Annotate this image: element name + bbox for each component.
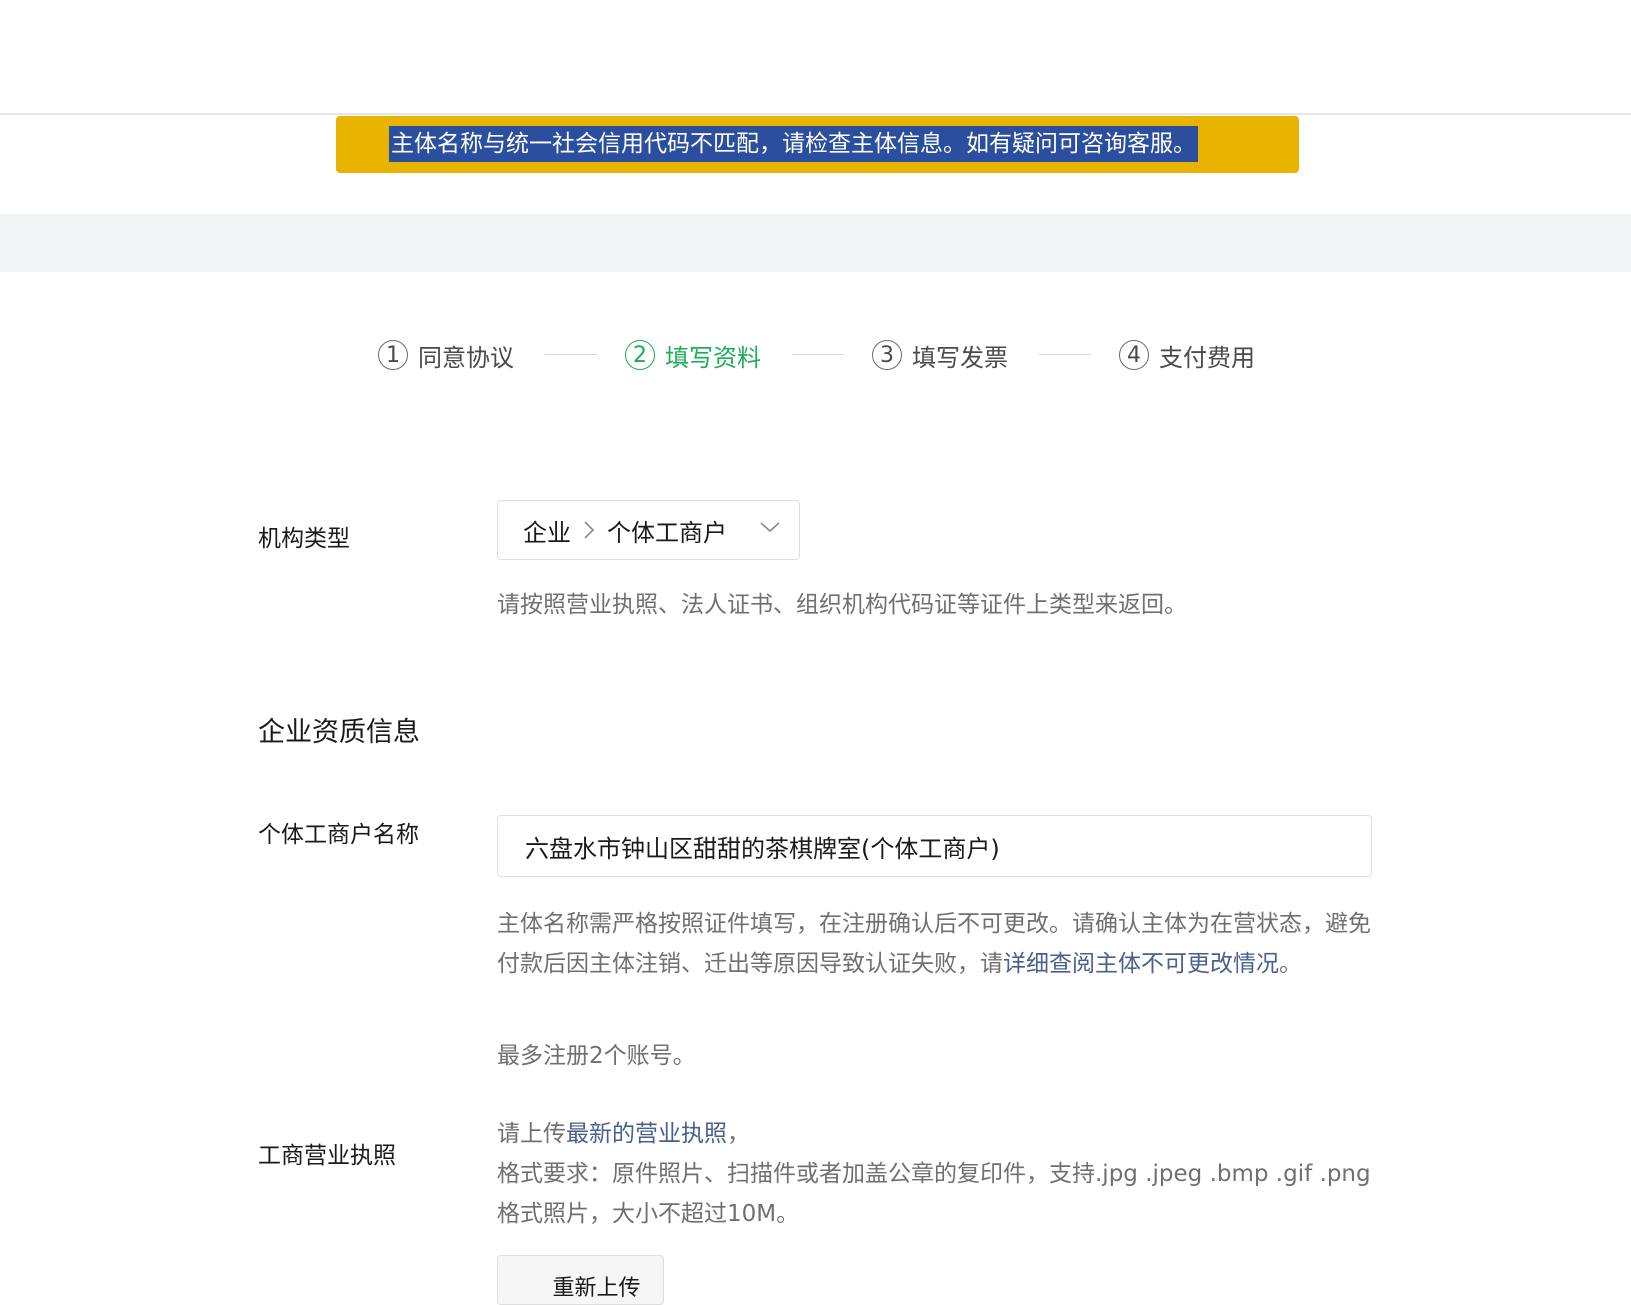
license-hint-prefix: 请上传 (497, 1121, 566, 1147)
step-agree-terms: 1 同意协议 (378, 333, 514, 377)
name-change-rules-link[interactable]: 详细查阅主体不可更改情况 (1003, 951, 1279, 977)
step-number-2: 2 (625, 340, 655, 370)
step-connector-3 (1039, 354, 1091, 355)
section-title: 企业资质信息 (258, 717, 420, 748)
org-type-label: 机构类型 (258, 526, 350, 552)
business-name-label: 个体工商户名称 (258, 822, 419, 848)
latest-license-link[interactable]: 最新的营业执照 (566, 1121, 727, 1147)
step-label-2: 填写资料 (665, 343, 761, 372)
org-type-level2: 个体工商户 (607, 518, 727, 547)
step-number-3: 3 (872, 340, 902, 370)
license-format-hint: 格式要求：原件照片、扫描件或者加盖公章的复印件，支持.jpg .jpeg .bm… (497, 1161, 1371, 1227)
step-label-1: 同意协议 (418, 343, 514, 372)
step-pay-fee: 4 支付费用 (1119, 333, 1255, 377)
business-name-input[interactable] (497, 815, 1372, 877)
license-upload-hint: 请上传最新的营业执照， 格式要求：原件照片、扫描件或者加盖公章的复印件，支持.jp… (497, 1114, 1372, 1234)
step-fill-invoice: 3 填写发票 (872, 333, 1008, 377)
section-divider-band (0, 214, 1631, 272)
step-number-4: 4 (1119, 340, 1149, 370)
step-label-3: 填写发票 (912, 343, 1008, 372)
top-header-bar (0, 0, 1631, 115)
step-connector-2 (792, 354, 844, 355)
chevron-right-icon (583, 520, 595, 540)
progress-steps: 1 同意协议 2 填写资料 3 填写发票 4 支付费用 (0, 333, 1631, 377)
step-label-4: 支付费用 (1159, 343, 1255, 372)
business-name-hint: 主体名称需严格按照证件填写，在注册确认后不可更改。请确认主体为在营状态，避免付款… (497, 904, 1372, 984)
org-type-level1: 企业 (523, 518, 571, 547)
step-fill-info: 2 填写资料 (625, 333, 761, 377)
step-connector-1 (545, 354, 597, 355)
org-type-select[interactable]: 企业 个体工商户 (497, 500, 800, 560)
alert-message: 主体名称与统一社会信用代码不匹配，请检查主体信息。如有疑问可咨询客服。 (389, 126, 1198, 162)
chevron-down-icon (759, 520, 781, 534)
step-number-1: 1 (378, 340, 408, 370)
error-alert-banner: 主体名称与统一社会信用代码不匹配，请检查主体信息。如有疑问可咨询客服。 (336, 116, 1299, 173)
org-type-hint: 请按照营业执照、法人证书、组织机构代码证等证件上类型来返回。 (497, 592, 1187, 618)
business-name-hint-end: 。 (1279, 951, 1302, 977)
account-limit-hint: 最多注册2个账号。 (497, 1043, 696, 1069)
license-hint-suffix: ， (727, 1121, 750, 1147)
reupload-button[interactable]: 重新上传 (497, 1255, 664, 1305)
business-license-label: 工商营业执照 (258, 1143, 396, 1169)
